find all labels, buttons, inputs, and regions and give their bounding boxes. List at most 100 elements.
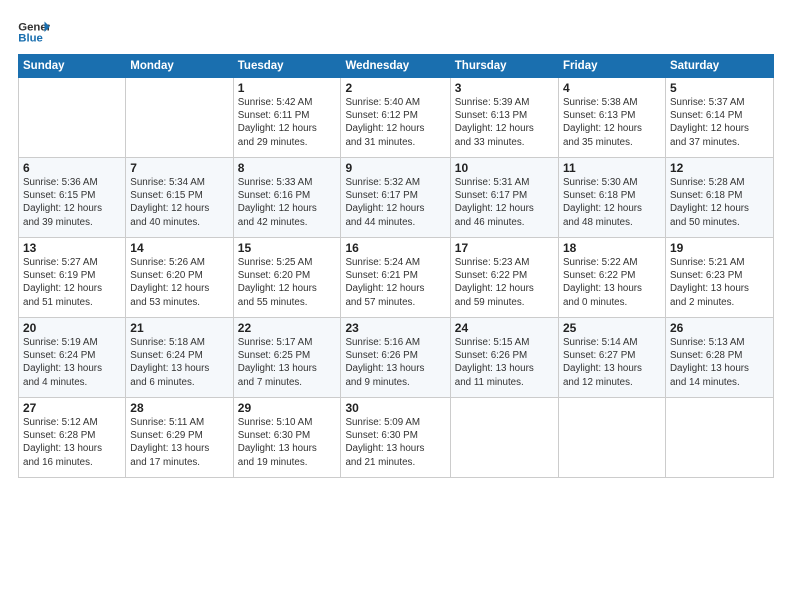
calendar-cell: 3Sunrise: 5:39 AM Sunset: 6:13 PM Daylig… xyxy=(450,78,558,158)
calendar-cell: 13Sunrise: 5:27 AM Sunset: 6:19 PM Dayli… xyxy=(19,238,126,318)
day-info: Sunrise: 5:12 AM Sunset: 6:28 PM Dayligh… xyxy=(23,416,121,469)
day-info: Sunrise: 5:25 AM Sunset: 6:20 PM Dayligh… xyxy=(238,256,337,309)
page: General Blue SundayMondayTuesdayWednesda… xyxy=(0,0,792,612)
day-number: 14 xyxy=(130,241,228,255)
calendar-cell: 27Sunrise: 5:12 AM Sunset: 6:28 PM Dayli… xyxy=(19,398,126,478)
day-info: Sunrise: 5:34 AM Sunset: 6:15 PM Dayligh… xyxy=(130,176,228,229)
day-number: 28 xyxy=(130,401,228,415)
week-row-4: 20Sunrise: 5:19 AM Sunset: 6:24 PM Dayli… xyxy=(19,318,774,398)
day-number: 16 xyxy=(345,241,445,255)
weekday-header-wednesday: Wednesday xyxy=(341,55,450,78)
day-number: 29 xyxy=(238,401,337,415)
calendar-cell: 26Sunrise: 5:13 AM Sunset: 6:28 PM Dayli… xyxy=(665,318,773,398)
day-info: Sunrise: 5:18 AM Sunset: 6:24 PM Dayligh… xyxy=(130,336,228,389)
day-info: Sunrise: 5:31 AM Sunset: 6:17 PM Dayligh… xyxy=(455,176,554,229)
calendar-cell xyxy=(19,78,126,158)
calendar-cell: 7Sunrise: 5:34 AM Sunset: 6:15 PM Daylig… xyxy=(126,158,233,238)
day-info: Sunrise: 5:26 AM Sunset: 6:20 PM Dayligh… xyxy=(130,256,228,309)
day-number: 11 xyxy=(563,161,661,175)
week-row-2: 6Sunrise: 5:36 AM Sunset: 6:15 PM Daylig… xyxy=(19,158,774,238)
calendar-cell: 8Sunrise: 5:33 AM Sunset: 6:16 PM Daylig… xyxy=(233,158,341,238)
day-info: Sunrise: 5:42 AM Sunset: 6:11 PM Dayligh… xyxy=(238,96,337,149)
day-info: Sunrise: 5:30 AM Sunset: 6:18 PM Dayligh… xyxy=(563,176,661,229)
day-number: 17 xyxy=(455,241,554,255)
day-number: 8 xyxy=(238,161,337,175)
week-row-3: 13Sunrise: 5:27 AM Sunset: 6:19 PM Dayli… xyxy=(19,238,774,318)
calendar-cell xyxy=(558,398,665,478)
day-info: Sunrise: 5:37 AM Sunset: 6:14 PM Dayligh… xyxy=(670,96,769,149)
day-info: Sunrise: 5:27 AM Sunset: 6:19 PM Dayligh… xyxy=(23,256,121,309)
day-number: 5 xyxy=(670,81,769,95)
calendar-cell xyxy=(450,398,558,478)
day-info: Sunrise: 5:21 AM Sunset: 6:23 PM Dayligh… xyxy=(670,256,769,309)
calendar-cell: 29Sunrise: 5:10 AM Sunset: 6:30 PM Dayli… xyxy=(233,398,341,478)
day-info: Sunrise: 5:40 AM Sunset: 6:12 PM Dayligh… xyxy=(345,96,445,149)
logo: General Blue xyxy=(18,18,50,46)
day-number: 10 xyxy=(455,161,554,175)
calendar-cell: 19Sunrise: 5:21 AM Sunset: 6:23 PM Dayli… xyxy=(665,238,773,318)
day-number: 23 xyxy=(345,321,445,335)
calendar-cell xyxy=(126,78,233,158)
calendar-cell: 2Sunrise: 5:40 AM Sunset: 6:12 PM Daylig… xyxy=(341,78,450,158)
day-number: 13 xyxy=(23,241,121,255)
day-info: Sunrise: 5:13 AM Sunset: 6:28 PM Dayligh… xyxy=(670,336,769,389)
day-info: Sunrise: 5:22 AM Sunset: 6:22 PM Dayligh… xyxy=(563,256,661,309)
day-number: 12 xyxy=(670,161,769,175)
day-info: Sunrise: 5:19 AM Sunset: 6:24 PM Dayligh… xyxy=(23,336,121,389)
day-number: 30 xyxy=(345,401,445,415)
calendar-cell: 20Sunrise: 5:19 AM Sunset: 6:24 PM Dayli… xyxy=(19,318,126,398)
day-info: Sunrise: 5:36 AM Sunset: 6:15 PM Dayligh… xyxy=(23,176,121,229)
day-info: Sunrise: 5:23 AM Sunset: 6:22 PM Dayligh… xyxy=(455,256,554,309)
weekday-header-saturday: Saturday xyxy=(665,55,773,78)
calendar-cell: 15Sunrise: 5:25 AM Sunset: 6:20 PM Dayli… xyxy=(233,238,341,318)
day-info: Sunrise: 5:39 AM Sunset: 6:13 PM Dayligh… xyxy=(455,96,554,149)
day-number: 1 xyxy=(238,81,337,95)
weekday-header-monday: Monday xyxy=(126,55,233,78)
day-info: Sunrise: 5:11 AM Sunset: 6:29 PM Dayligh… xyxy=(130,416,228,469)
day-info: Sunrise: 5:09 AM Sunset: 6:30 PM Dayligh… xyxy=(345,416,445,469)
calendar-cell: 14Sunrise: 5:26 AM Sunset: 6:20 PM Dayli… xyxy=(126,238,233,318)
day-number: 3 xyxy=(455,81,554,95)
weekday-header-row: SundayMondayTuesdayWednesdayThursdayFrid… xyxy=(19,55,774,78)
calendar-cell: 16Sunrise: 5:24 AM Sunset: 6:21 PM Dayli… xyxy=(341,238,450,318)
day-info: Sunrise: 5:33 AM Sunset: 6:16 PM Dayligh… xyxy=(238,176,337,229)
calendar-cell: 1Sunrise: 5:42 AM Sunset: 6:11 PM Daylig… xyxy=(233,78,341,158)
logo-icon: General Blue xyxy=(18,18,50,46)
calendar-cell xyxy=(665,398,773,478)
day-info: Sunrise: 5:17 AM Sunset: 6:25 PM Dayligh… xyxy=(238,336,337,389)
week-row-1: 1Sunrise: 5:42 AM Sunset: 6:11 PM Daylig… xyxy=(19,78,774,158)
day-number: 18 xyxy=(563,241,661,255)
day-number: 19 xyxy=(670,241,769,255)
calendar-cell: 4Sunrise: 5:38 AM Sunset: 6:13 PM Daylig… xyxy=(558,78,665,158)
calendar-cell: 25Sunrise: 5:14 AM Sunset: 6:27 PM Dayli… xyxy=(558,318,665,398)
calendar-cell: 23Sunrise: 5:16 AM Sunset: 6:26 PM Dayli… xyxy=(341,318,450,398)
calendar-cell: 12Sunrise: 5:28 AM Sunset: 6:18 PM Dayli… xyxy=(665,158,773,238)
day-number: 7 xyxy=(130,161,228,175)
calendar-cell: 21Sunrise: 5:18 AM Sunset: 6:24 PM Dayli… xyxy=(126,318,233,398)
calendar-cell: 9Sunrise: 5:32 AM Sunset: 6:17 PM Daylig… xyxy=(341,158,450,238)
calendar-cell: 11Sunrise: 5:30 AM Sunset: 6:18 PM Dayli… xyxy=(558,158,665,238)
weekday-header-tuesday: Tuesday xyxy=(233,55,341,78)
day-info: Sunrise: 5:38 AM Sunset: 6:13 PM Dayligh… xyxy=(563,96,661,149)
weekday-header-thursday: Thursday xyxy=(450,55,558,78)
calendar-cell: 17Sunrise: 5:23 AM Sunset: 6:22 PM Dayli… xyxy=(450,238,558,318)
weekday-header-sunday: Sunday xyxy=(19,55,126,78)
day-number: 2 xyxy=(345,81,445,95)
day-info: Sunrise: 5:14 AM Sunset: 6:27 PM Dayligh… xyxy=(563,336,661,389)
calendar-cell: 6Sunrise: 5:36 AM Sunset: 6:15 PM Daylig… xyxy=(19,158,126,238)
calendar-cell: 22Sunrise: 5:17 AM Sunset: 6:25 PM Dayli… xyxy=(233,318,341,398)
calendar-cell: 5Sunrise: 5:37 AM Sunset: 6:14 PM Daylig… xyxy=(665,78,773,158)
calendar-cell: 30Sunrise: 5:09 AM Sunset: 6:30 PM Dayli… xyxy=(341,398,450,478)
day-number: 4 xyxy=(563,81,661,95)
day-info: Sunrise: 5:32 AM Sunset: 6:17 PM Dayligh… xyxy=(345,176,445,229)
week-row-5: 27Sunrise: 5:12 AM Sunset: 6:28 PM Dayli… xyxy=(19,398,774,478)
calendar-cell: 10Sunrise: 5:31 AM Sunset: 6:17 PM Dayli… xyxy=(450,158,558,238)
day-info: Sunrise: 5:24 AM Sunset: 6:21 PM Dayligh… xyxy=(345,256,445,309)
svg-text:Blue: Blue xyxy=(18,33,43,45)
weekday-header-friday: Friday xyxy=(558,55,665,78)
day-number: 9 xyxy=(345,161,445,175)
calendar-cell: 24Sunrise: 5:15 AM Sunset: 6:26 PM Dayli… xyxy=(450,318,558,398)
day-number: 15 xyxy=(238,241,337,255)
day-number: 24 xyxy=(455,321,554,335)
day-number: 25 xyxy=(563,321,661,335)
